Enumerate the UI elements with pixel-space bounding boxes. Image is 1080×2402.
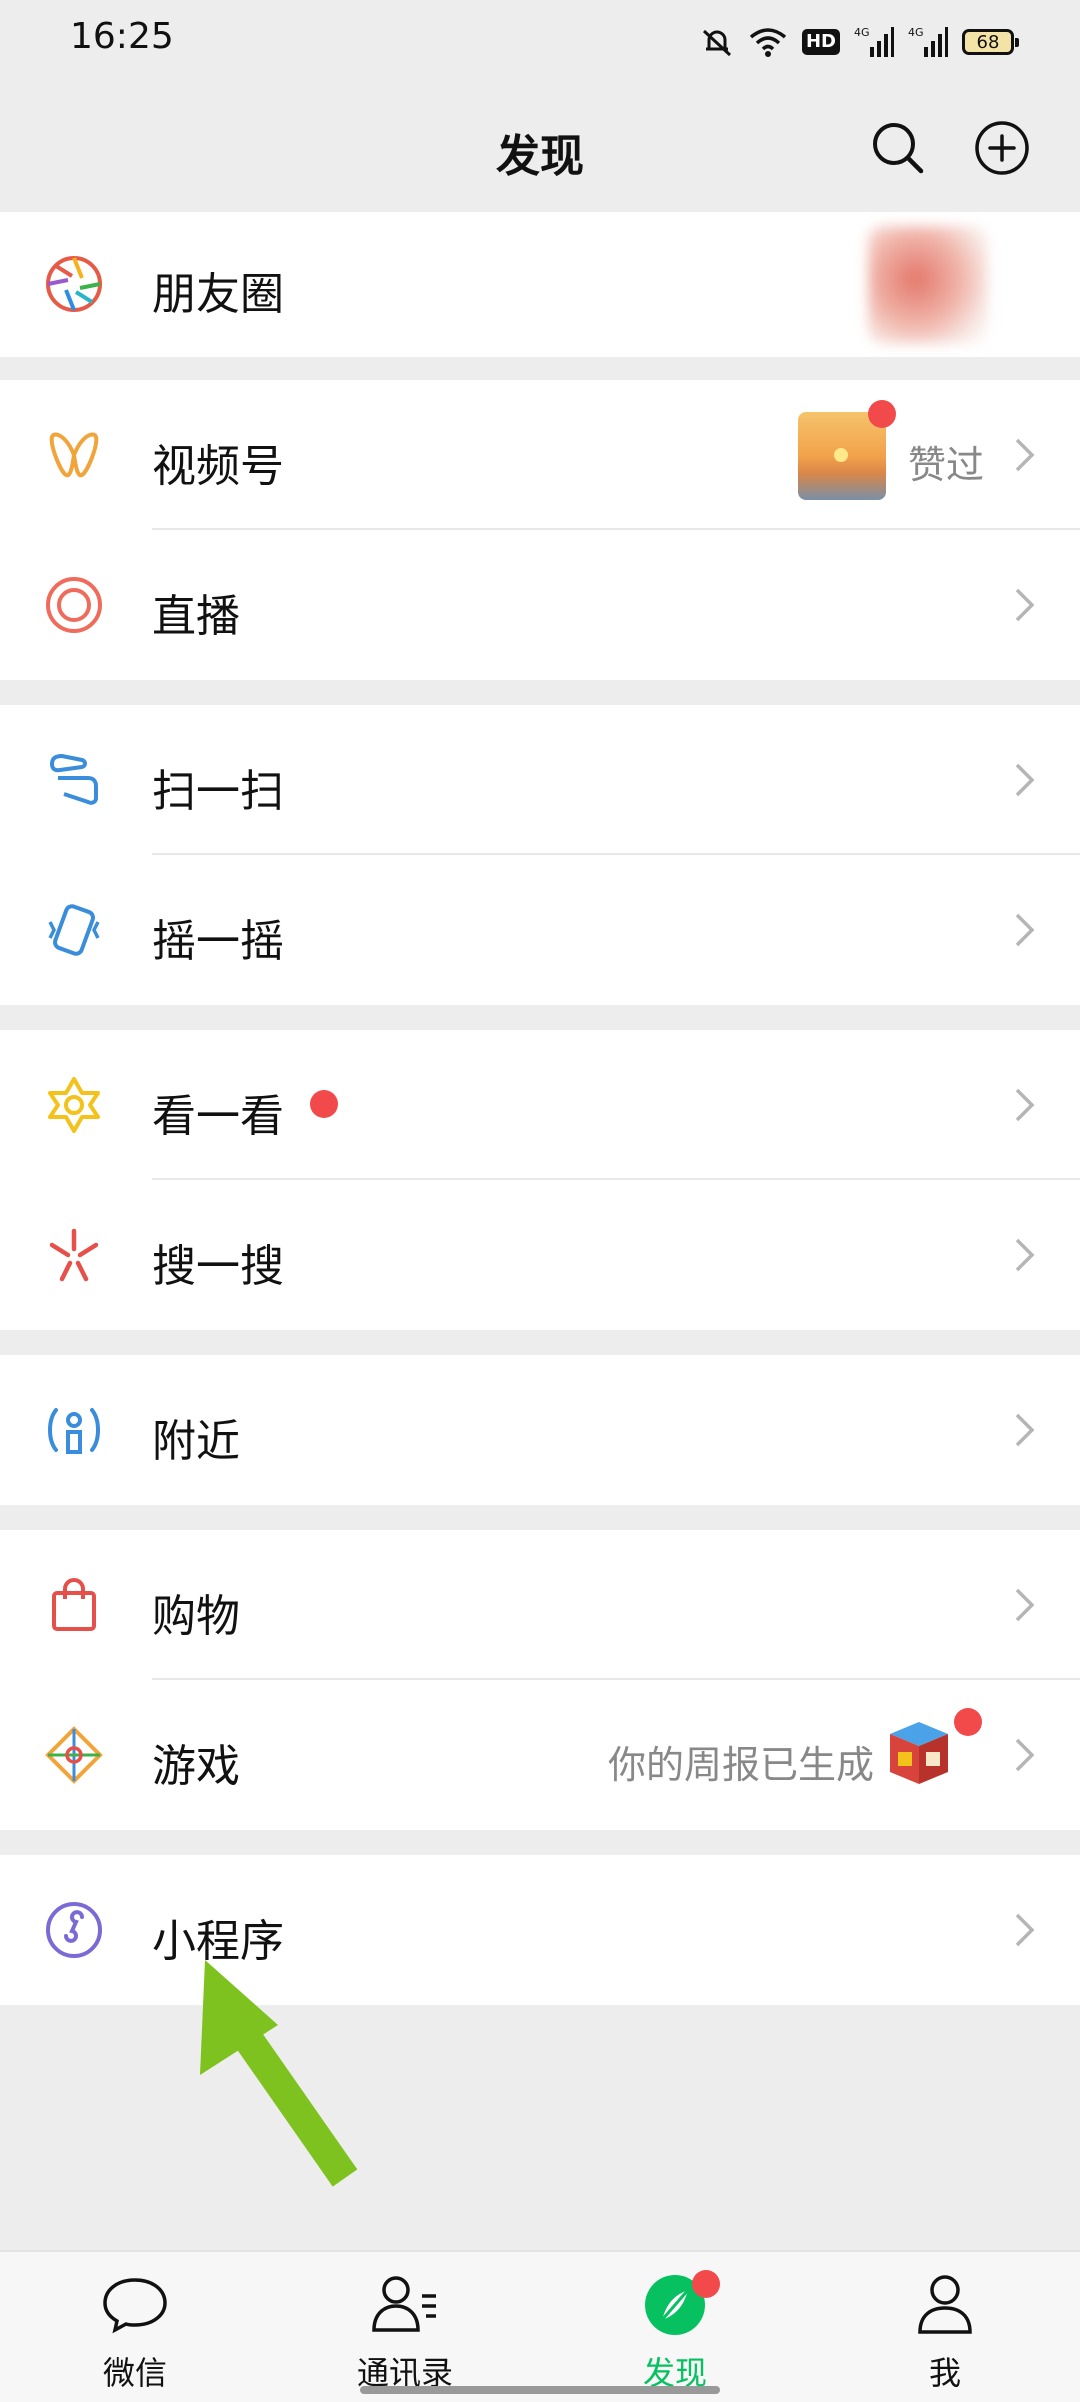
row-games[interactable]: 游戏 你的周报已生成 (0, 1680, 1080, 1830)
label-top-stories: 看一看 (152, 1091, 284, 1142)
moments-avatar-thumbnail (868, 226, 988, 344)
wifi-icon (749, 28, 787, 57)
label-shake: 摇一摇 (152, 916, 284, 967)
tab-label-me: 我 (928, 2354, 961, 2392)
tab-discover[interactable]: 发现 (540, 2252, 810, 2402)
game-cube-icon (890, 1722, 948, 1784)
chevron-right-icon (1015, 1738, 1035, 1772)
signal-4g-icon: 4G (854, 26, 894, 57)
mini-programs-icon (46, 1902, 102, 1958)
tab-contacts[interactable]: 通讯录 (270, 2252, 540, 2402)
chevron-right-icon (1015, 1413, 1035, 1447)
channels-subtext: 赞过 (908, 443, 985, 487)
row-moments[interactable]: 朋友圈 (0, 212, 1080, 357)
status-bar: 16:25 HD 4G 4G 68 (0, 0, 1080, 82)
live-icon (46, 577, 102, 633)
label-moments: 朋友圈 (152, 269, 284, 320)
label-shopping: 购物 (152, 1591, 240, 1642)
battery-icon: 68 (962, 29, 1019, 55)
channels-badge-dot (868, 400, 896, 428)
games-diamond-icon (45, 1726, 103, 1784)
group-top-stories: 看一看 搜一搜 (0, 1030, 1080, 1330)
battery-level: 68 (976, 31, 1000, 53)
search-sparkle-icon (49, 1228, 99, 1282)
row-channels[interactable]: 视频号 赞过 (0, 380, 1080, 530)
label-mini-programs: 小程序 (152, 1916, 284, 1967)
tab-label-chats: 微信 (102, 2354, 167, 2392)
group-shopping: 购物 游戏 你的周报已生成 (0, 1530, 1080, 1830)
signal-4g-icon: 4G (908, 26, 948, 57)
status-time: 16:25 (70, 16, 174, 57)
chevron-right-icon (1015, 1913, 1035, 1947)
chevron-right-icon (1015, 763, 1035, 797)
group-scan: 扫一扫 摇一摇 (0, 705, 1080, 1005)
group-mini-programs: 小程序 (0, 1855, 1080, 2005)
discover-badge-dot (692, 2270, 720, 2298)
chat-bubble-icon (103, 2278, 167, 2334)
games-subtext: 你的周报已生成 (608, 1743, 875, 1787)
tab-chats[interactable]: 微信 (0, 2252, 270, 2402)
shake-phone-icon (48, 904, 100, 956)
svg-text:4G: 4G (908, 26, 924, 39)
label-games: 游戏 (152, 1741, 240, 1792)
chevron-right-icon (1015, 1088, 1035, 1122)
chevron-right-icon (1015, 588, 1035, 622)
group-moments: 朋友圈 (0, 212, 1080, 357)
status-icons: HD 4G 4G 68 (700, 20, 1019, 64)
top-stories-star-icon (48, 1077, 100, 1133)
label-search: 搜一搜 (152, 1241, 284, 1292)
contacts-icon (372, 2276, 436, 2332)
nearby-person-icon (48, 1408, 100, 1454)
svg-text:4G: 4G (854, 26, 870, 39)
row-scan[interactable]: 扫一扫 (0, 705, 1080, 855)
chevron-right-icon (1015, 1238, 1035, 1272)
group-nearby: 附近 (0, 1355, 1080, 1505)
row-shake[interactable]: 摇一摇 (0, 855, 1080, 1005)
row-mini-programs[interactable]: 小程序 (0, 1855, 1080, 2005)
row-search[interactable]: 搜一搜 (0, 1180, 1080, 1330)
games-badge-dot (954, 1708, 982, 1736)
hd-badge: HD (801, 29, 840, 55)
home-indicator[interactable] (360, 2386, 720, 2394)
chevron-right-icon (1015, 913, 1035, 947)
label-channels: 视频号 (152, 441, 284, 492)
mute-bell-icon (702, 29, 732, 57)
top-bar: 发现 (0, 82, 1080, 212)
row-top-stories[interactable]: 看一看 (0, 1030, 1080, 1180)
row-shopping[interactable]: 购物 (0, 1530, 1080, 1680)
bottom-tab-bar: 微信 通讯录 发现 我 (0, 2250, 1080, 2402)
row-live[interactable]: 直播 (0, 530, 1080, 680)
chevron-right-icon (1015, 1588, 1035, 1622)
channels-butterfly-icon (49, 432, 99, 478)
row-nearby[interactable]: 附近 (0, 1355, 1080, 1505)
add-icon[interactable] (972, 118, 1032, 178)
top-stories-badge-dot (310, 1090, 338, 1118)
label-nearby: 附近 (152, 1416, 240, 1467)
tab-me[interactable]: 我 (810, 2252, 1080, 2402)
group-channels: 视频号 赞过 直播 (0, 380, 1080, 680)
shopping-bag-icon (52, 1578, 96, 1631)
search-icon[interactable] (868, 118, 928, 178)
scan-icon (49, 753, 98, 805)
chevron-right-icon (1015, 438, 1035, 472)
moments-aperture-icon (46, 256, 102, 312)
label-scan: 扫一扫 (152, 766, 284, 817)
label-live: 直播 (152, 591, 240, 642)
me-person-icon (918, 2275, 972, 2334)
